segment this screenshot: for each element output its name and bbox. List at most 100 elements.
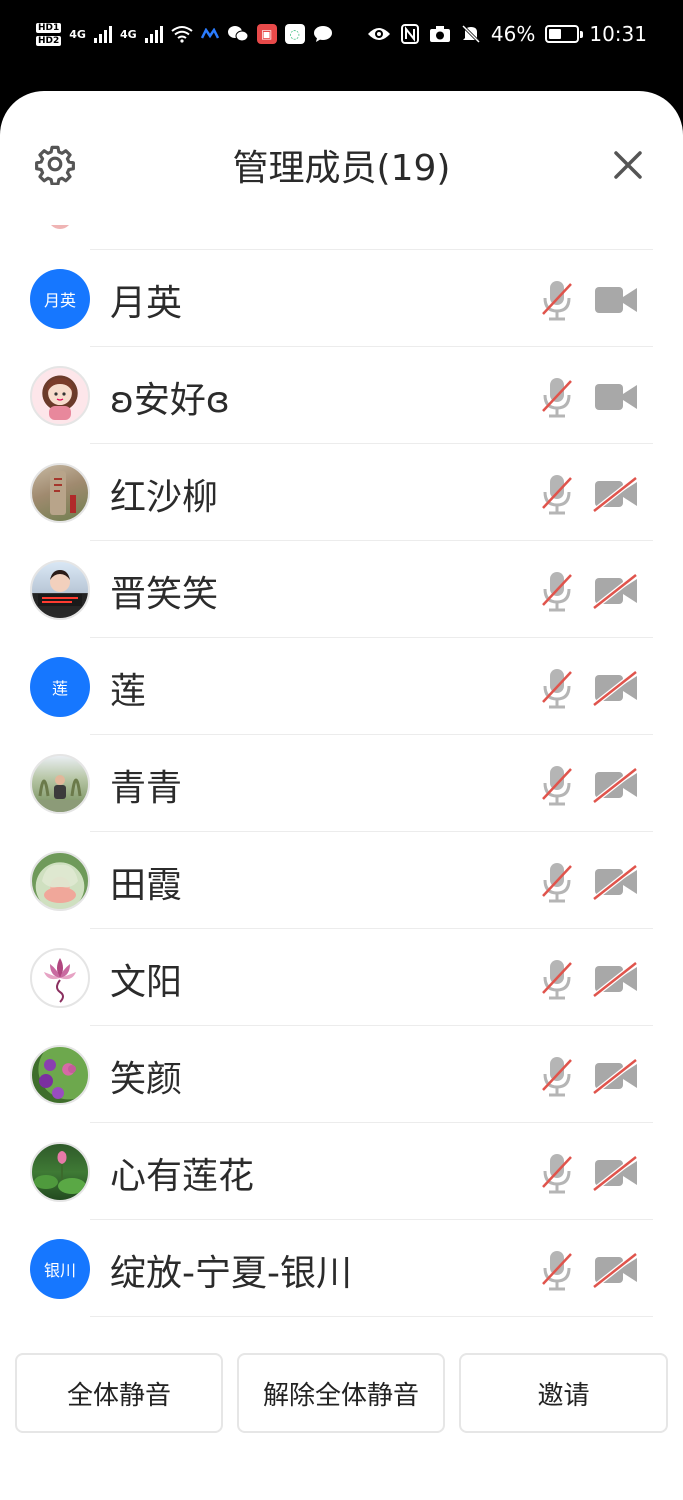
avatar-initials: 银川 xyxy=(43,1261,76,1280)
member-row[interactable]: 红沙柳 xyxy=(0,444,683,541)
avatar-photo xyxy=(46,378,74,420)
mic-muted-icon[interactable] xyxy=(538,957,576,1001)
camera-off-icon[interactable] xyxy=(592,765,640,805)
network-4g-label: 4G xyxy=(69,27,86,41)
avatar-initials: 月英 xyxy=(43,291,76,310)
member-row[interactable]: 青青 xyxy=(0,735,683,832)
mic-muted-icon[interactable] xyxy=(538,569,576,613)
avatar xyxy=(30,948,90,1008)
app-icon: ◌ xyxy=(284,24,305,44)
camera-off-icon[interactable] xyxy=(592,474,640,514)
battery-fill xyxy=(549,29,562,39)
battery-percent: 46% xyxy=(490,22,536,46)
mute-icon xyxy=(461,24,480,44)
member-name: 月英 xyxy=(110,283,183,324)
member-row[interactable]: 田霞 xyxy=(0,832,683,929)
member-name: 笑颜 xyxy=(110,1059,183,1100)
hd2-label: HD2 xyxy=(36,35,62,46)
signal-icon xyxy=(144,25,163,43)
camera-off-icon[interactable] xyxy=(592,1250,640,1290)
avatar: 月英 xyxy=(30,269,90,329)
avatar-photo xyxy=(34,775,86,812)
mic-muted-icon[interactable] xyxy=(538,763,576,807)
nfc-icon xyxy=(400,24,419,44)
member-name: 田霞 xyxy=(110,865,183,906)
camera-off-icon[interactable] xyxy=(592,571,640,611)
manage-members-sheet: 管理成员(19) 月英 月英 ʚ安好ɞ 红沙柳 晋笑笑 莲 莲 青青 田霞 文阳… xyxy=(0,91,683,1500)
unmute-all-button[interactable]: 解除全体静音 xyxy=(237,1353,445,1433)
app-icon xyxy=(200,28,219,39)
status-left: HD1 HD2 4G 4G ▣ ◌ xyxy=(36,14,333,54)
mic-muted-icon[interactable] xyxy=(538,666,576,710)
avatar xyxy=(30,1142,90,1202)
member-name: 心有莲花 xyxy=(110,1156,255,1197)
member-row[interactable]: 银川 绽放-宁夏-银川 xyxy=(0,1220,683,1317)
avatar xyxy=(30,754,90,814)
avatar-photo xyxy=(34,1151,86,1194)
wifi-icon xyxy=(171,26,193,43)
member-name: ʚ安好ɞ xyxy=(110,380,230,421)
camera-off-icon[interactable] xyxy=(592,1153,640,1193)
eye-icon xyxy=(367,28,390,40)
member-list[interactable]: 月英 月英 ʚ安好ɞ 红沙柳 晋笑笑 莲 莲 青青 田霞 文阳 笑颜 心有莲花 … xyxy=(0,225,683,1323)
camera-icon[interactable] xyxy=(592,280,640,320)
camera-off-icon[interactable] xyxy=(592,959,640,999)
avatar-photo xyxy=(50,471,76,515)
close-icon[interactable] xyxy=(606,143,650,187)
member-row[interactable]: 文阳 xyxy=(0,929,683,1026)
member-name: 青青 xyxy=(110,768,183,809)
avatar-photo xyxy=(39,1059,76,1099)
avatar-photo xyxy=(42,864,78,903)
mic-muted-icon[interactable] xyxy=(538,472,576,516)
camera-off-icon[interactable] xyxy=(592,1056,640,1096)
camera-off-icon[interactable] xyxy=(592,862,640,902)
mic-muted-icon[interactable] xyxy=(538,1248,576,1292)
member-row[interactable]: 晋笑笑 xyxy=(0,541,683,638)
avatar: 银川 xyxy=(30,1239,90,1299)
mic-muted-icon[interactable] xyxy=(538,1054,576,1098)
mic-muted-icon[interactable] xyxy=(538,860,576,904)
page-title: 管理成员(19) xyxy=(232,148,451,189)
member-name: 红沙柳 xyxy=(110,477,219,518)
member-name: 晋笑笑 xyxy=(110,574,219,615)
camera-off-icon[interactable] xyxy=(592,668,640,708)
avatar xyxy=(30,851,90,911)
hd1-label: HD1 xyxy=(36,22,62,33)
battery-icon xyxy=(545,25,584,43)
mic-muted-icon[interactable] xyxy=(538,278,576,322)
avatar-initials: 莲 xyxy=(51,679,68,698)
member-name: 文阳 xyxy=(110,962,183,1003)
avatar xyxy=(30,463,90,523)
mic-muted-icon[interactable] xyxy=(538,375,576,419)
member-row[interactable]: 心有莲花 xyxy=(0,1123,683,1220)
sheet-header: 管理成员(19) xyxy=(0,91,683,226)
camera-icon xyxy=(429,26,450,42)
camera-icon[interactable] xyxy=(592,377,640,417)
avatar xyxy=(30,560,90,620)
avatar-photo xyxy=(38,570,82,606)
member-row[interactable]: 月英 月英 xyxy=(0,250,683,347)
avatar xyxy=(30,366,90,426)
invite-button[interactable]: 邀请 xyxy=(459,1353,668,1433)
clock: 10:31 xyxy=(589,22,647,46)
wechat-icon xyxy=(227,26,249,42)
signal-icon xyxy=(93,25,112,43)
member-row[interactable]: 莲 莲 xyxy=(0,638,683,735)
app-icon: ▣ xyxy=(256,24,277,44)
status-right: 46% 10:31 xyxy=(367,14,647,54)
member-row[interactable]: ʚ安好ɞ xyxy=(0,347,683,444)
avatar xyxy=(30,1045,90,1105)
list-item-partial xyxy=(48,225,653,250)
member-name: 莲 xyxy=(110,671,147,712)
network-4g-label-2: 4G xyxy=(119,27,137,41)
avatar xyxy=(48,225,72,229)
avatar-photo xyxy=(44,958,76,1003)
member-row[interactable]: 笑颜 xyxy=(0,1026,683,1123)
mute-all-button[interactable]: 全体静音 xyxy=(15,1353,223,1433)
mic-muted-icon[interactable] xyxy=(538,1151,576,1195)
hd-indicators: HD1 HD2 xyxy=(36,22,62,46)
member-name: 绽放-宁夏-银川 xyxy=(110,1253,352,1294)
status-bar: HD1 HD2 4G 4G ▣ ◌ 46% 10:31 xyxy=(0,0,683,70)
chat-icon xyxy=(313,26,332,42)
action-bar: 全体静音 解除全体静音 邀请 xyxy=(0,1353,683,1437)
